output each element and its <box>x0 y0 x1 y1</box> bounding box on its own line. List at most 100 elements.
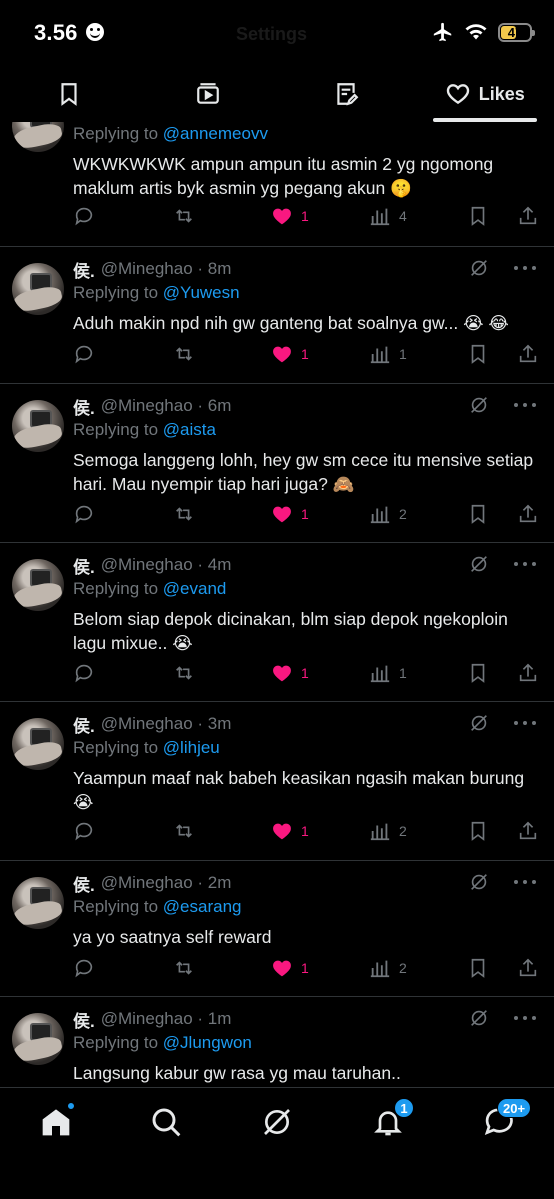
tweet[interactable]: 侯. @Mineghao · 6m Replying to @aista Sem… <box>0 384 554 543</box>
tweet[interactable]: 侯. @Mineghao · 1m Replying to @Jlungwon … <box>0 997 554 1087</box>
like-button[interactable]: 1 <box>271 503 309 525</box>
nav-search[interactable] <box>150 1106 182 1138</box>
bookmark-button[interactable] <box>467 820 489 842</box>
heart-filled-icon <box>273 346 291 363</box>
nav-messages[interactable]: 20+ <box>483 1098 532 1138</box>
bookmark-button[interactable] <box>467 503 489 525</box>
reply-button[interactable] <box>73 205 95 227</box>
reply-handle[interactable]: @esarang <box>163 897 242 916</box>
tweet[interactable]: Replying to @annemeovv WKWKWKWK ampun am… <box>0 122 554 247</box>
reply-handle[interactable]: @aista <box>163 420 216 439</box>
tweet[interactable]: 侯. @Mineghao · 2m Replying to @esarang y… <box>0 861 554 997</box>
handle[interactable]: @Mineghao <box>101 714 193 734</box>
tweet[interactable]: 侯. @Mineghao · 4m Replying to @evand Bel… <box>0 543 554 702</box>
share-icon <box>519 504 537 523</box>
timestamp[interactable]: 2m <box>208 873 232 893</box>
like-button[interactable]: 1 <box>271 820 309 842</box>
avatar[interactable] <box>12 400 64 452</box>
grok-icon[interactable] <box>468 553 490 575</box>
bookmark-button[interactable] <box>467 957 489 979</box>
retweet-button[interactable] <box>173 503 195 525</box>
nav-home[interactable] <box>40 1102 75 1138</box>
avatar[interactable] <box>12 122 64 152</box>
views-button[interactable]: 1 <box>369 343 407 365</box>
grok-icon[interactable] <box>468 712 490 734</box>
avatar[interactable] <box>12 559 64 611</box>
handle[interactable]: @Mineghao <box>101 259 193 279</box>
views-button[interactable]: 2 <box>369 957 407 979</box>
share-button[interactable] <box>517 343 539 365</box>
like-button[interactable]: 1 <box>271 662 309 684</box>
grok-icon[interactable] <box>468 871 490 893</box>
more-options-icon[interactable] <box>514 712 536 734</box>
timestamp[interactable]: 1m <box>208 1009 232 1029</box>
grok-icon[interactable] <box>468 394 490 416</box>
share-button[interactable] <box>517 662 539 684</box>
reply-button[interactable] <box>73 820 95 842</box>
handle[interactable]: @Mineghao <box>101 396 193 416</box>
handle[interactable]: @Mineghao <box>101 555 193 575</box>
retweet-button[interactable] <box>173 205 195 227</box>
display-name[interactable]: 侯. <box>73 712 95 737</box>
timestamp[interactable]: 6m <box>208 396 232 416</box>
tab-media[interactable] <box>139 66 278 122</box>
share-button[interactable] <box>517 957 539 979</box>
views-button[interactable]: 2 <box>369 503 407 525</box>
reply-handle[interactable]: @annemeovv <box>163 124 268 143</box>
retweet-button[interactable] <box>173 820 195 842</box>
tab-articles[interactable] <box>277 66 416 122</box>
display-name[interactable]: 侯. <box>73 257 95 282</box>
bookmark-icon <box>471 504 485 524</box>
tweet[interactable]: 侯. @Mineghao · 3m Replying to @lihjeu Ya… <box>0 702 554 861</box>
more-options-icon[interactable] <box>514 871 536 893</box>
views-button[interactable]: 1 <box>369 662 407 684</box>
timestamp[interactable]: 4m <box>208 555 232 575</box>
tab-bookmarks[interactable] <box>0 66 139 122</box>
display-name[interactable]: 侯. <box>73 553 95 578</box>
avatar[interactable] <box>12 718 64 770</box>
more-options-icon[interactable] <box>514 257 536 279</box>
like-button[interactable]: 1 <box>271 205 309 227</box>
retweet-button[interactable] <box>173 343 195 365</box>
bookmark-button[interactable] <box>467 343 489 365</box>
like-button[interactable]: 1 <box>271 343 309 365</box>
display-name[interactable]: 侯. <box>73 871 95 896</box>
reply-handle[interactable]: @Yuwesn <box>163 283 240 302</box>
share-button[interactable] <box>517 820 539 842</box>
more-options-icon[interactable] <box>514 394 536 416</box>
grok-icon[interactable] <box>468 1007 490 1029</box>
likes-feed[interactable]: Replying to @annemeovv WKWKWKWK ampun am… <box>0 122 554 1087</box>
avatar[interactable] <box>12 1013 64 1065</box>
bookmark-button[interactable] <box>467 205 489 227</box>
reply-button[interactable] <box>73 957 95 979</box>
share-button[interactable] <box>517 205 539 227</box>
more-options-icon[interactable] <box>514 1007 536 1029</box>
more-options-icon[interactable] <box>514 553 536 575</box>
display-name[interactable]: 侯. <box>73 1007 95 1032</box>
display-name[interactable]: 侯. <box>73 394 95 419</box>
avatar[interactable] <box>12 877 64 929</box>
reply-button[interactable] <box>73 343 95 365</box>
views-button[interactable]: 2 <box>369 820 407 842</box>
tab-likes[interactable]: Likes <box>416 66 554 122</box>
nav-notifications[interactable]: 1 <box>372 1098 414 1138</box>
reply-handle[interactable]: @Jlungwon <box>163 1033 252 1052</box>
avatar[interactable] <box>12 263 64 315</box>
views-button[interactable]: 4 <box>369 205 407 227</box>
tweet[interactable]: 侯. @Mineghao · 8m Replying to @Yuwesn Ad… <box>0 247 554 384</box>
handle[interactable]: @Mineghao <box>101 873 193 893</box>
bookmark-button[interactable] <box>467 662 489 684</box>
timestamp[interactable]: 3m <box>208 714 232 734</box>
like-button[interactable]: 1 <box>271 957 309 979</box>
nav-grok[interactable] <box>261 1106 293 1138</box>
timestamp[interactable]: 8m <box>208 259 232 279</box>
reply-handle[interactable]: @evand <box>163 579 227 598</box>
reply-handle[interactable]: @lihjeu <box>163 738 220 757</box>
retweet-button[interactable] <box>173 957 195 979</box>
grok-icon[interactable] <box>468 257 490 279</box>
handle[interactable]: @Mineghao <box>101 1009 193 1029</box>
reply-button[interactable] <box>73 662 95 684</box>
reply-button[interactable] <box>73 503 95 525</box>
retweet-button[interactable] <box>173 662 195 684</box>
share-button[interactable] <box>517 503 539 525</box>
